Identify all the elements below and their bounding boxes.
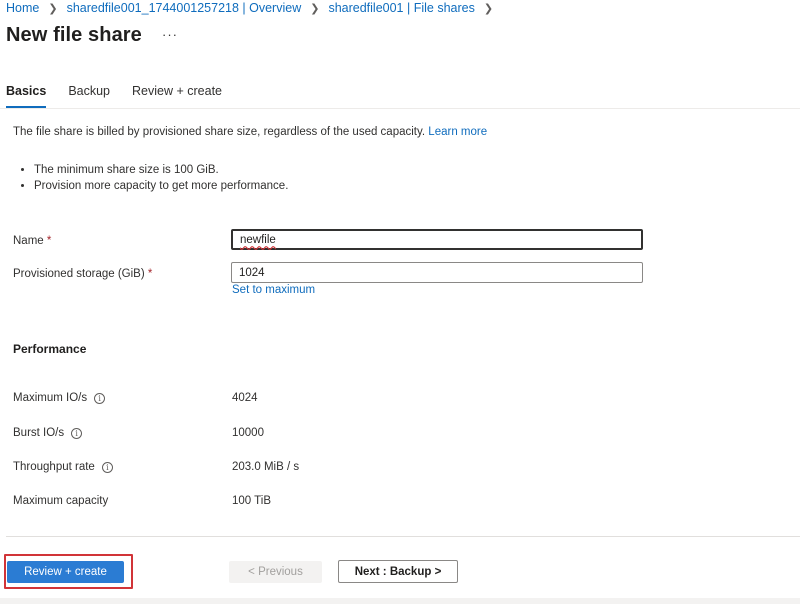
chevron-right-icon: ❯ <box>483 2 494 15</box>
name-label: Name * <box>13 235 51 247</box>
performance-heading: Performance <box>13 342 87 356</box>
info-icon[interactable]: i <box>94 392 106 404</box>
breadcrumb-file-shares[interactable]: sharedfile001 | File shares <box>328 1 474 15</box>
page-title: New file share <box>6 24 142 46</box>
name-label-text: Name <box>13 235 44 247</box>
tabs-divider <box>0 108 800 109</box>
footer-divider <box>6 536 800 537</box>
max-iops-label: Maximum IO/s i <box>13 392 106 404</box>
tab-backup[interactable]: Backup <box>68 84 110 106</box>
next-backup-button[interactable]: Next : Backup > <box>338 560 458 583</box>
tab-basics[interactable]: Basics <box>6 84 47 108</box>
required-marker: * <box>147 268 153 280</box>
breadcrumb: Home ❯ sharedfile001_1744001257218 | Ove… <box>6 0 502 16</box>
required-marker: * <box>46 235 52 247</box>
review-create-button[interactable]: Review + create <box>7 561 124 583</box>
info-icon[interactable]: i <box>71 427 83 439</box>
throughput-label: Throughput rate i <box>13 461 113 473</box>
max-capacity-label: Maximum capacity <box>13 495 108 507</box>
burst-iops-label-text: Burst IO/s <box>13 427 65 439</box>
provisioned-storage-input[interactable]: 1024 <box>231 262 643 283</box>
name-input-value: newfile <box>240 233 276 246</box>
bullet-provision-more: Provision more capacity to get more perf… <box>34 178 288 194</box>
info-icon[interactable]: i <box>101 461 113 473</box>
breadcrumb-storage-overview[interactable]: sharedfile001_1744001257218 | Overview <box>67 1 302 15</box>
storage-label-text: Provisioned storage (GiB) <box>13 268 145 280</box>
tab-bar: Basics Backup Review + create <box>6 84 244 108</box>
burst-iops-value: 10000 <box>232 427 264 439</box>
burst-iops-label: Burst IO/s i <box>13 427 83 439</box>
name-input[interactable]: newfile <box>231 229 643 250</box>
chevron-right-icon: ❯ <box>310 2 320 15</box>
learn-more-link[interactable]: Learn more <box>428 126 487 138</box>
storage-input-value: 1024 <box>239 266 265 279</box>
max-capacity-value: 100 TiB <box>232 495 271 507</box>
tab-review-create[interactable]: Review + create <box>132 84 222 106</box>
throughput-label-text: Throughput rate <box>13 461 95 473</box>
max-capacity-label-text: Maximum capacity <box>13 495 109 507</box>
storage-label: Provisioned storage (GiB) * <box>13 268 152 280</box>
chevron-right-icon: ❯ <box>48 2 58 15</box>
max-iops-label-text: Maximum IO/s <box>13 392 88 404</box>
previous-button[interactable]: < Previous <box>229 561 322 583</box>
more-options-icon[interactable]: ··· <box>162 27 178 42</box>
bullet-min-size: The minimum share size is 100 GiB. <box>34 162 288 178</box>
breadcrumb-home[interactable]: Home <box>6 1 39 15</box>
max-iops-value: 4024 <box>232 392 258 404</box>
billing-info: The file share is billed by provisioned … <box>13 126 487 138</box>
set-to-maximum-link[interactable]: Set to maximum <box>232 284 315 296</box>
bottom-strip <box>0 598 800 604</box>
billing-info-text: The file share is billed by provisioned … <box>13 126 426 138</box>
throughput-value: 203.0 MiB / s <box>232 461 300 473</box>
info-bullets: The minimum share size is 100 GiB. Provi… <box>34 162 288 194</box>
